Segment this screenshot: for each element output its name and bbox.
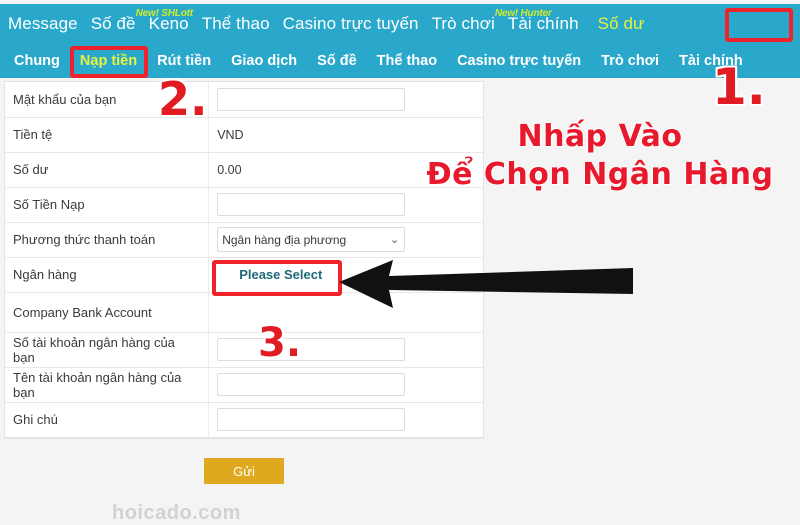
input-field-0[interactable] [217, 87, 406, 111]
sub-nav-item-2[interactable]: Rút tiền [157, 53, 211, 69]
sub-nav-item-3[interactable]: Giao dịch [231, 53, 297, 69]
step-2-marker: 2. [158, 72, 208, 126]
form-label: Số dư [5, 152, 210, 188]
pointer-arrow-icon [339, 260, 633, 308]
top-nav-wrap-0: Message [8, 14, 78, 34]
form-row: Số tài khoản ngân hàng của bạn [5, 332, 483, 368]
input-field-9[interactable] [217, 408, 406, 431]
input-field-7[interactable] [217, 338, 406, 361]
form-label: Ngân hàng [5, 257, 210, 293]
submit-row: Gửi [4, 458, 484, 484]
form-row: Tên tài khoản ngân hàng của bạn [5, 367, 483, 403]
top-nav-item-0[interactable]: Message [8, 14, 78, 33]
form-label: Số tài khoản ngân hàng của bạn [5, 332, 210, 368]
top-nav-item-4[interactable]: Casino trực tuyến [283, 14, 419, 33]
form-label: Ghi chú [5, 402, 210, 438]
readonly-value-1: VND [217, 128, 244, 142]
form-value-cell [208, 332, 483, 368]
sub-nav-item-4[interactable]: Số đề [317, 53, 356, 69]
callout-line-1: Nhấp Vào [517, 119, 683, 154]
form-label: Company Bank Account [5, 292, 210, 333]
top-nav-item-6[interactable]: Tài chính [508, 14, 579, 33]
input-field-8[interactable] [217, 373, 406, 396]
top-nav-item-2[interactable]: Keno [149, 14, 189, 33]
input-field-3[interactable] [217, 193, 406, 216]
top-nav-wrap-4: Casino trực tuyến [283, 14, 419, 34]
readonly-value-2: 0.00 [217, 163, 242, 177]
sub-nav-item-5[interactable]: Thể thao [377, 53, 437, 69]
top-nav-item-1[interactable]: Số đề [91, 14, 136, 33]
top-nav-item-3[interactable]: Thể thao [202, 14, 270, 33]
form-row: Ghi chú [5, 402, 483, 438]
submit-button[interactable]: Gửi [204, 458, 284, 484]
top-nav-items: Message Số đề New! SHLott Keno Thể thao Casin… [0, 8, 651, 37]
highlight-box-please-select [212, 260, 342, 296]
highlight-box-so-du [725, 8, 793, 42]
form-label: Phương thức thanh toán [5, 222, 210, 258]
form-row: Mật khẩu của bạn [5, 82, 483, 118]
top-nav-wrap-6: Tài chính [508, 14, 579, 34]
sub-nav-item-0[interactable]: Chung [14, 53, 60, 69]
payment-method-selected-value: Ngân hàng địa phương [222, 232, 347, 247]
form-label: Số Tiền Nạp [5, 187, 210, 223]
sub-nav-item-7[interactable]: Trò chơi [601, 53, 659, 69]
top-navigation-bar: Message Số đề New! SHLott Keno Thể thao Casin… [0, 4, 800, 44]
top-nav-wrap-1: Số đề New! SHLott [91, 8, 193, 34]
step-1-marker: 1. [712, 58, 766, 116]
form-value-cell [208, 367, 483, 403]
top-nav-wrap-7: Số dư [591, 12, 651, 37]
form-value-cell [208, 82, 483, 118]
payment-method-select[interactable]: Ngân hàng địa phương ⌄ [217, 227, 406, 252]
form-value-cell [208, 402, 483, 438]
form-label: Tên tài khoản ngân hàng của bạn [5, 367, 210, 403]
highlight-box-nap-tien [70, 46, 148, 78]
chevron-down-icon: ⌄ [389, 234, 400, 246]
sub-nav-item-6[interactable]: Casino trực tuyến [457, 53, 581, 69]
top-nav-wrap-3: Thể thao [202, 14, 270, 34]
top-nav-wrap-2: Keno [149, 14, 189, 34]
top-nav-item-7[interactable]: Số dư [591, 12, 651, 37]
top-nav-item-5[interactable]: Trò chơi [432, 14, 495, 33]
callout-line-2: Để Chọn Ngân Hàng [426, 156, 774, 192]
top-nav-wrap-5: Trò chơi New! Hunter [432, 8, 552, 34]
step-3-marker: 3. [258, 320, 302, 366]
callout-text: Nhấp Vào Để Chọn Ngân Hàng [410, 118, 790, 193]
